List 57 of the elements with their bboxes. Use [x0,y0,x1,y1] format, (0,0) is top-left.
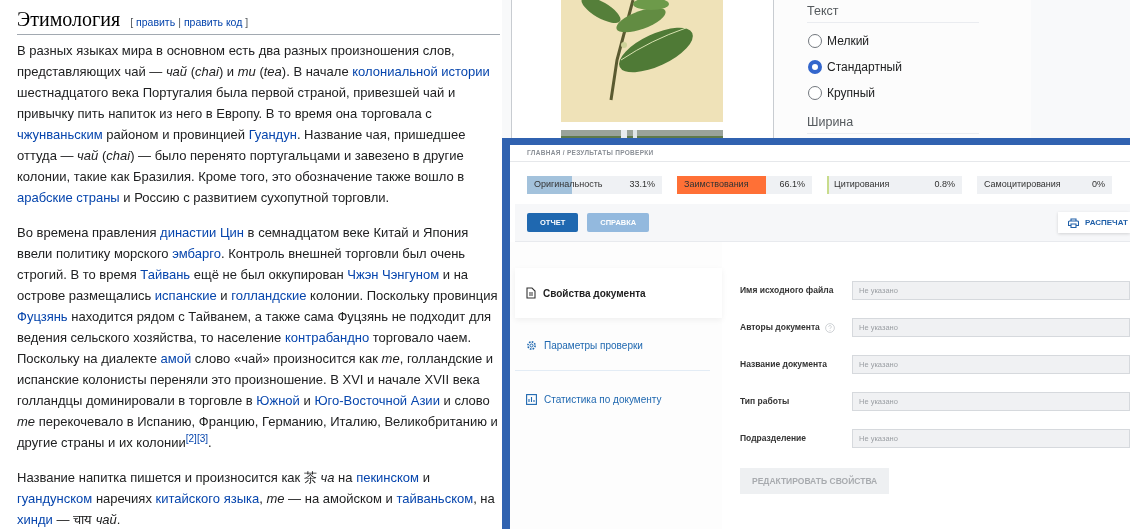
link[interactable]: арабские страны [17,190,120,205]
reference-link[interactable]: [2] [185,433,197,444]
section-title: Ширина [807,114,979,134]
field-label: Подразделение [740,432,807,445]
nav-item[interactable]: Параметры проверки [515,321,710,371]
link[interactable]: эмбарго [172,246,221,261]
field-label: Имя исходного файла [740,284,834,297]
bracket: [ [130,15,134,30]
section-title: Текст [807,3,979,23]
field-label: Тип работы [740,395,790,408]
stat-label: Цитирования [834,178,890,192]
radio-label: Мелкий [827,32,870,50]
link[interactable]: колониальной истории [352,64,490,79]
link[interactable]: пекинском [356,470,420,485]
edit-link[interactable]: править [136,15,176,31]
print-button[interactable]: РАСПЕЧАТ [1058,212,1130,233]
stat-value: 0% [1092,178,1105,192]
section-heading: Этимология [17,7,121,32]
radio-button[interactable] [808,59,822,74]
link[interactable]: амой [160,351,192,366]
link[interactable]: Южной [256,393,300,408]
settings-icon [526,340,537,351]
link[interactable]: гуандунском [17,491,93,506]
link[interactable]: чжунваньским [17,127,103,142]
field-label: Название документа [740,358,827,371]
link[interactable]: голландские [231,288,307,303]
stat-label: Самоцитирования [984,178,1061,192]
document-icon [526,287,536,299]
stat-value: 33.1% [629,178,655,192]
stat-label: Заимствования [684,178,749,192]
bracket: ] [245,15,249,30]
link[interactable]: испанские [154,288,217,303]
nav-item[interactable]: Свойства документа [515,268,722,318]
link[interactable]: Гуандун [248,127,297,142]
radio-button[interactable] [808,85,822,100]
link[interactable]: Тайвань [140,267,191,282]
printer-icon [1068,217,1080,228]
radio-button[interactable] [808,33,822,48]
field-label: Авторы документа [740,321,820,334]
paragraph: Во времена правления династии Цин в семнадцатом веке Китай и Япония ввели политику морского эмбарго. Контроль внешней торговли был очень строгий. В то время Тайвань ещё не был оккупирован Чжэн Чэнгуном и на острове размещались испанские и голландские колонии. Поскольку провинция Фуцзянь находится рядом с Тайванем, а также сама Фуцзянь не подходит для ведения сельского хозяйства, то население контрабандно торговало чаем. Поскольку на диалекте амой слово «чай» произносится как те, голландские и испанские колонисты переняли это произношение. В XVI и начале XVII века голландцы доминировали в торговле в Южной и Юго-Восточной Азии и слово те перекочевало в Испанию, Францию, Германию, Италию, Великобританию и другие страны и их колонии$^{[2]}$$^{[3]}$. [17,224,499,452]
link[interactable]: хинди [17,512,53,527]
stat-value: 0.8% [934,178,955,192]
link[interactable]: контрабандно [284,330,370,345]
link[interactable]: династии Цин [160,225,244,240]
chart-icon [526,393,537,405]
link[interactable]: Чжэн Чэнгуном [347,267,440,282]
stat-label: Оригинальность [534,178,603,192]
radio-label: Крупный [827,84,875,102]
link[interactable]: Юго-Восточной Азии [314,393,440,408]
link[interactable]: Фуцзянь [17,309,68,324]
edit-link[interactable]: править код [183,15,243,31]
stat-value: 66.1% [779,178,805,192]
separator: | [178,15,181,30]
paragraph: В разных языках мира в основном есть два разных произношения слов, представляющих чай — чай (chai) и ти (tea). В начале колониальной истории шестнадцатого века Португалия была первой страной, привезшей чай и привычку пить напиток из него в Европу. В то время она торговала с чжунваньским районом и провинцией Гуандун. Название чая, пришедшее оттуда — чай (chai) — было перенято португальцами и завезено в другие колонии, такие как Бразилия. Кроме того, это обозначение также вошло в арабские страны и Россию с развитием сухопутной торговли. [17,42,491,207]
paragraph: Название напитка пишется и произносится как 茶 ча на пекинском и гуандунском наречиях китайского языка, те — на амойском и тайваньском, на хинди — चाय чай. [17,469,496,529]
radio-label: Стандартный [827,58,902,76]
nav-item[interactable]: Статистика по документу [515,374,722,424]
